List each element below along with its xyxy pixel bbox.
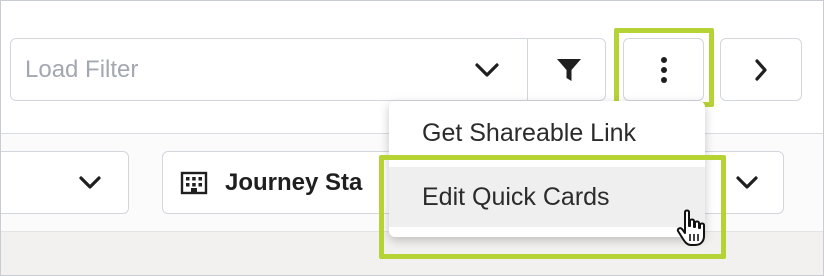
load-filter-divider	[527, 39, 528, 100]
chevron-right-icon	[755, 58, 767, 81]
hand-pointer-icon	[676, 209, 705, 246]
more-options-highlight	[614, 28, 714, 107]
first-selector[interactable]	[1, 151, 129, 214]
filter-button[interactable]	[541, 53, 596, 87]
journey-selector-label: Journey Sta	[225, 169, 363, 196]
menu-item-get-shareable-link[interactable]: Get Shareable Link	[389, 103, 705, 163]
building-icon	[180, 171, 208, 195]
load-filter-placeholder: Load Filter	[25, 56, 139, 83]
funnel-icon	[556, 59, 581, 81]
menu-item-label: Get Shareable Link	[422, 119, 637, 147]
next-button[interactable]	[720, 38, 802, 101]
edit-quick-cards-highlight	[379, 155, 726, 259]
chevron-down-icon	[79, 176, 101, 189]
chevron-down-icon	[736, 176, 758, 189]
chevron-down-icon[interactable]	[473, 58, 501, 82]
load-filter-select[interactable]: Load Filter	[10, 38, 606, 101]
app-frame: Load Filter Journey Sta Get Shareable Li…	[0, 0, 824, 276]
